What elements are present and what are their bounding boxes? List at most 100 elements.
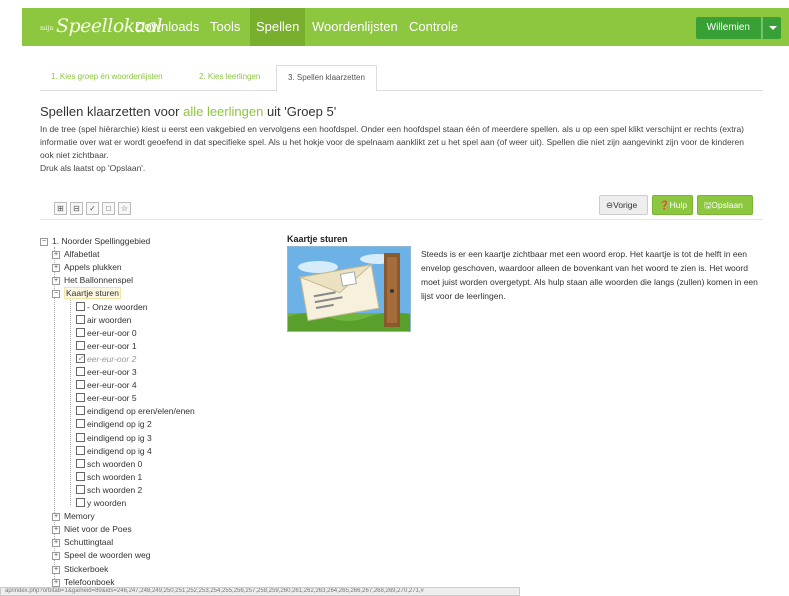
game-checkbox[interactable]	[76, 393, 85, 403]
game-label: eindigend op ig 2	[87, 419, 152, 430]
game-checkbox[interactable]	[76, 498, 85, 507]
user-menu-button[interactable]: Willemien	[695, 17, 761, 39]
page-title-prefix: Spellen klaarzetten voor	[40, 104, 184, 119]
expand-icon[interactable]: +	[52, 251, 60, 260]
game-label: eer-eur-oor 0	[87, 327, 137, 338]
expand-icon[interactable]: +	[52, 264, 60, 273]
tree-group-selected[interactable]: − Kaartje sturen	[52, 287, 121, 300]
nav-woordenlijsten[interactable]: Woordenlijsten	[306, 8, 404, 46]
uncheck-all-icon[interactable]: □	[102, 202, 115, 215]
tab-kies-leerlingen[interactable]: 2. Kies leerlingen	[188, 65, 271, 91]
game-label: eer-eur-oor 3	[87, 367, 137, 377]
tree-game[interactable]: eer-eur-oor 2	[76, 352, 137, 366]
expand-icon[interactable]: +	[52, 578, 60, 587]
tree-group[interactable]: + Schuttingtaal	[52, 536, 113, 549]
game-label: eer-eur-oor 5	[87, 393, 137, 404]
nav-controle[interactable]: Controle	[403, 8, 464, 46]
game-checkbox[interactable]	[76, 471, 85, 481]
tree-game[interactable]: eer-eur-oor 1	[76, 340, 137, 353]
tree-group[interactable]: + Alfabetlat	[52, 248, 99, 261]
game-checkbox[interactable]	[76, 445, 85, 455]
tree-game[interactable]: eindigend op eren/elen/enen	[76, 405, 195, 418]
tree-group[interactable]: + Niet voor de Poes	[52, 523, 132, 536]
nav-downloads[interactable]: Downloads	[129, 8, 205, 46]
tree-game[interactable]: - Onze woorden	[76, 301, 147, 314]
expand-icon[interactable]: +	[52, 277, 60, 286]
game-checkbox[interactable]	[76, 314, 85, 324]
expand-all-icon[interactable]: ⊞	[54, 202, 67, 215]
game-label: sch woorden 1	[87, 471, 143, 482]
game-checkbox[interactable]	[76, 484, 85, 494]
nav-spellen[interactable]: Spellen	[250, 8, 306, 46]
game-label: sch woorden 2	[87, 484, 143, 495]
tree-group[interactable]: + Appels plukken	[52, 261, 122, 274]
wizard-tabs: 1. Kies groep én woordenlijsten 2. Kies …	[40, 65, 763, 92]
page-title: Spellen klaarzetten voor alle leerlingen…	[40, 104, 336, 119]
tree-group-label: Alfabetlat	[64, 249, 100, 260]
top-navbar: mijn Speellokaal Downloads Tools Spellen…	[22, 8, 789, 46]
game-label: eindigend op eren/elen/enen	[87, 406, 195, 417]
collapse-icon[interactable]: −	[52, 290, 60, 299]
tree-group[interactable]: + Het Ballonnenspel	[52, 274, 133, 287]
game-label: y woorden	[87, 498, 127, 508]
game-checkbox[interactable]	[76, 419, 85, 429]
check-all-icon[interactable]: ✓	[86, 202, 99, 215]
expand-icon[interactable]: +	[52, 565, 60, 574]
tree-group-label: Memory	[64, 511, 95, 522]
game-label: - Onze woorden	[87, 301, 148, 312]
expand-icon[interactable]: +	[52, 539, 60, 548]
tree-game[interactable]: eindigend op ig 4	[76, 445, 152, 458]
tree-game[interactable]: eer-eur-oor 0	[76, 327, 137, 340]
game-checkbox[interactable]	[76, 340, 85, 350]
page-title-suffix: uit 'Groep 5'	[263, 104, 337, 119]
tab-spellen-klaarzetten[interactable]: 3. Spellen klaarzetten	[276, 65, 377, 92]
star-icon[interactable]: ☆	[118, 202, 131, 215]
tree-game[interactable]: y woorden	[76, 497, 126, 510]
logo[interactable]: mijn Speellokaal	[36, 12, 163, 42]
game-checkbox[interactable]	[76, 458, 85, 468]
game-checkbox[interactable]	[76, 432, 85, 442]
hulp-label: Hulp	[669, 200, 688, 210]
tree-game[interactable]: eindigend op ig 3	[76, 432, 152, 445]
collapse-icon[interactable]: −	[40, 238, 48, 246]
collapse-all-icon[interactable]: ⊟	[70, 202, 83, 215]
tab-kies-groep[interactable]: 1. Kies groep én woordenlijsten	[40, 65, 174, 91]
tree-group-label: Kaartje sturen	[64, 287, 121, 300]
intro-paragraph: In de tree (spel hiërarchie) kiest u eer…	[40, 124, 745, 160]
help-icon: ❓	[659, 200, 670, 210]
game-checkbox[interactable]	[76, 301, 85, 311]
tree-game[interactable]: eer-eur-oor 5	[76, 392, 137, 405]
vorige-button[interactable]: ⊖Vorige	[599, 195, 648, 215]
tree-group-label: Appels plukken	[64, 262, 122, 273]
chevron-down-icon[interactable]	[762, 17, 781, 39]
tree-game[interactable]: eer-eur-oor 3	[76, 366, 137, 379]
tree-game[interactable]: sch woorden 1	[76, 471, 142, 484]
opslaan-button[interactable]: 🖫Opslaan	[697, 195, 753, 215]
game-label: eer-eur-oor 2	[87, 353, 137, 364]
expand-icon[interactable]: +	[52, 513, 60, 522]
tree-game[interactable]: eer-eur-oor 4	[76, 379, 137, 392]
tree-game[interactable]: sch woorden 0	[76, 458, 142, 471]
game-label: eer-eur-oor 4	[87, 380, 137, 391]
game-checkbox[interactable]	[76, 352, 85, 365]
browser-status-bar: ap/index.php?orbitab=1&gameid=89&ids=246…	[0, 587, 520, 596]
tree-group[interactable]: + Speel de woorden weg	[52, 549, 150, 562]
logo-prefix: mijn	[40, 25, 54, 32]
tree-group-label: Speel de woorden weg	[64, 550, 151, 561]
hulp-button[interactable]: ❓Hulp	[652, 195, 693, 215]
game-checkbox[interactable]	[76, 367, 85, 376]
tree-group[interactable]: + Memory	[52, 510, 95, 523]
expand-icon[interactable]: +	[52, 526, 60, 535]
game-checkbox[interactable]	[76, 406, 85, 416]
nav-tools[interactable]: Tools	[204, 8, 246, 46]
tree-root[interactable]: −1. Noorder Spellinggebied	[40, 235, 150, 248]
tree-group[interactable]: + Stickerboek	[52, 563, 108, 576]
tree-game[interactable]: eindigend op ig 2	[76, 418, 152, 431]
tree-game[interactable]: sch woorden 2	[76, 484, 142, 497]
tree-group-label: Schuttingtaal	[64, 537, 114, 548]
expand-icon[interactable]: +	[52, 552, 60, 561]
tree-game[interactable]: air woorden	[76, 314, 131, 327]
tree-group-label: Telefoonboek	[64, 576, 115, 587]
game-checkbox[interactable]	[76, 380, 85, 390]
game-checkbox[interactable]	[76, 327, 85, 337]
